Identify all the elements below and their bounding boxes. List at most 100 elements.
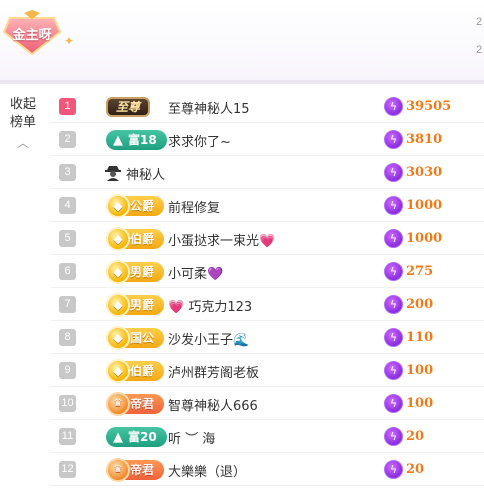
wealth-icon: ▲ [113, 133, 123, 148]
user-name[interactable]: 大樂樂（退） [168, 461, 246, 480]
user-name-text: 至尊神秘人15 [168, 102, 250, 117]
rank-title-badge: ◆ 国公 [106, 326, 165, 350]
side-count-1: 2 [476, 16, 483, 28]
contribution-score: ϟ 100 [384, 394, 433, 413]
score-value: 200 [406, 297, 434, 312]
contribution-score: ϟ 3810 [384, 130, 442, 149]
score-value: 1000 [406, 198, 443, 213]
ranking-row[interactable]: 1 至尊 至尊神秘人15 ϟ 39505 [50, 90, 484, 123]
level-badge: ◆ 国公 [106, 326, 165, 350]
noble-icon: ◆ [106, 293, 130, 317]
contribution-score: ϟ 1000 [384, 196, 442, 215]
emperor-icon: ♛ [106, 458, 130, 482]
user-name-text: 沙发小王子 [168, 333, 234, 348]
score-value: 100 [406, 396, 434, 411]
lightning-icon: ϟ [384, 328, 403, 347]
level-badge: ▲ 富18 [106, 129, 167, 150]
lightning-icon: ϟ [384, 295, 403, 314]
badge-label: 富20 [128, 430, 157, 444]
badge-label: 国公 [130, 331, 155, 345]
user-name[interactable]: 至尊神秘人15 [168, 98, 250, 117]
rank-number: 8 [59, 329, 76, 346]
ranking-row[interactable]: 10 ♛ 帝君 智尊神秘人666 ϟ 100 [50, 387, 484, 420]
user-name[interactable]: 💗 巧克力123 [168, 296, 252, 315]
user-name[interactable]: 小蛋挞求一束光💗 [168, 230, 275, 249]
rank-number: 2 [59, 131, 76, 148]
rank-number: 9 [59, 362, 76, 379]
user-name[interactable]: 神秘人 [126, 164, 165, 183]
ranking-row[interactable]: 7 ◆ 男爵 💗 巧克力123 ϟ 200 [50, 288, 484, 321]
user-name[interactable]: 智尊神秘人666 [168, 395, 258, 414]
score-value: 39505 [406, 99, 452, 114]
user-name-text: 前程修复 [168, 201, 221, 216]
badge-label: 帝君 [130, 397, 155, 411]
badge-label: 帝君 [130, 463, 155, 477]
lightning-icon: ϟ [384, 361, 403, 380]
ranking-row[interactable]: 9 ◆ 伯爵 泸州群芳阁老板 ϟ 100 [50, 354, 484, 387]
user-name-text: 听 ︶ 海 [168, 432, 216, 447]
header-divider [0, 80, 484, 84]
contribution-score: ϟ 275 [384, 262, 433, 281]
contribution-score: ϟ 3030 [384, 163, 442, 182]
user-name[interactable]: 前程修复 [168, 197, 220, 216]
wealth-icon: ▲ [113, 430, 123, 445]
user-name-text: 神秘人 [126, 168, 166, 183]
noble-icon: ◆ [106, 194, 130, 218]
level-badge: ♛ 帝君 [106, 458, 165, 482]
ranking-row[interactable]: 6 ◆ 男爵 小可柔💜 ϟ 275 [50, 255, 484, 288]
user-name[interactable]: 泸州群芳阁老板 [168, 362, 259, 381]
lightning-icon: ϟ [384, 262, 403, 281]
level-badge: ▲ 富20 [106, 426, 167, 447]
contribution-score: ϟ 110 [384, 328, 433, 347]
emperor-icon: ♛ [106, 392, 130, 416]
ranking-row[interactable]: 5 ◆ 伯爵 小蛋挞求一束光💗 ϟ 1000 [50, 222, 484, 255]
sparkle-icon: ✦ [64, 34, 75, 48]
rank-title-badge: ◆ 男爵 [106, 260, 165, 284]
score-value: 1000 [406, 231, 443, 246]
rank-title-badge: ◆ 公爵 [106, 194, 165, 218]
level-badge: ◆ 男爵 [106, 260, 165, 284]
ranking-row[interactable]: 11 ▲ 富20 听 ︶ 海 ϟ 20 [50, 420, 484, 453]
badge-title: 金主呀 [12, 28, 52, 43]
score-value: 3810 [406, 132, 443, 147]
ranking-row[interactable]: 2 ▲ 富18 求求你了~ ϟ 3810 [50, 123, 484, 156]
level-badge [104, 162, 122, 182]
rank-number: 6 [59, 263, 76, 280]
rank-number: 5 [59, 230, 76, 247]
ranking-row[interactable]: 4 ◆ 公爵 前程修复 ϟ 1000 [50, 189, 484, 222]
chevron-up-icon: ︿ [16, 136, 29, 150]
lightning-icon: ϟ [384, 460, 403, 479]
user-name[interactable]: 沙发小王子🌊 [168, 329, 249, 348]
level-badge: 至尊 [106, 96, 151, 117]
contribution-score: ϟ 200 [384, 295, 433, 314]
user-name[interactable]: 小可柔💜 [168, 263, 223, 282]
level-badge: ◆ 男爵 [106, 293, 165, 317]
ranking-list: 1 至尊 至尊神秘人15 ϟ 39505 2 ▲ 富18 求求你了~ ϟ 3810 3 神秘人 ϟ 3030… [50, 90, 484, 486]
supreme-badge: 至尊 [106, 97, 151, 117]
collapse-label: 收起榜单 [9, 97, 36, 130]
user-name-text: 泸州群芳阁老板 [168, 366, 260, 381]
collapse-ranking-button[interactable]: 收起榜单 ︿ [8, 96, 38, 152]
level-badge: ◆ 伯爵 [106, 227, 165, 251]
user-name[interactable]: 听 ︶ 海 [168, 428, 215, 447]
rank-title-badge: ▲ 富20 [106, 427, 167, 447]
badge-label: 富18 [128, 133, 157, 147]
ranking-row[interactable]: 8 ◆ 国公 沙发小王子🌊 ϟ 110 [50, 321, 484, 354]
user-name[interactable]: 求求你了~ [168, 131, 231, 150]
rank-title-badge: ◆ 伯爵 [106, 227, 165, 251]
contribution-score: ϟ 1000 [384, 229, 442, 248]
rank-number: 1 [59, 98, 76, 115]
score-value: 20 [406, 429, 425, 444]
ranking-row[interactable]: 12 ♛ 帝君 大樂樂（退） ϟ 20 [50, 453, 484, 486]
rank-number: 7 [59, 296, 76, 313]
badge-label: 男爵 [130, 298, 155, 312]
ranking-row[interactable]: 3 神秘人 ϟ 3030 [50, 156, 484, 189]
rank-title-badge: ◆ 男爵 [106, 293, 165, 317]
rank-number: 12 [59, 461, 76, 478]
contribution-score: ϟ 20 [384, 427, 424, 446]
rank-number: 10 [59, 395, 76, 412]
contribution-score: ϟ 100 [384, 361, 433, 380]
rank-number: 11 [59, 428, 76, 445]
score-value: 3030 [406, 165, 443, 180]
badge-label: 公爵 [130, 199, 155, 213]
